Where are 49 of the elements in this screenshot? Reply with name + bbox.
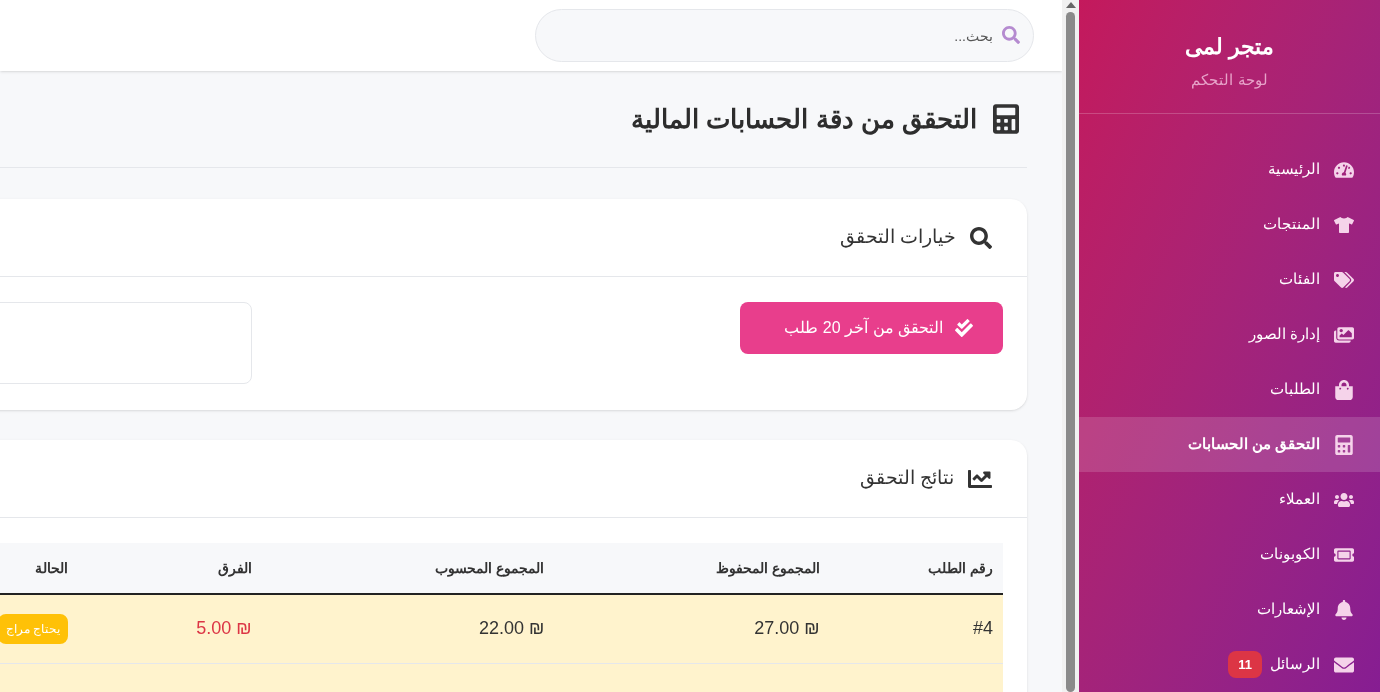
nav-label: التحقق من الحسابات bbox=[1187, 434, 1320, 455]
nav-label: الطلبات bbox=[1270, 379, 1320, 400]
nav-label: الرسائل bbox=[1270, 654, 1320, 675]
nav-item[interactable]: العملاء bbox=[1079, 472, 1380, 527]
verify-button[interactable]: التحقق من آخر 20 طلب bbox=[740, 302, 1003, 354]
column-header: الفرق bbox=[78, 543, 262, 594]
nav-item[interactable]: الإشعارات bbox=[1079, 582, 1380, 637]
nav-label: العملاء bbox=[1279, 489, 1320, 510]
nav-item[interactable]: إدارة الصور bbox=[1079, 307, 1380, 362]
nav-label: الكوبونات bbox=[1260, 544, 1320, 565]
double-check-icon bbox=[955, 319, 973, 337]
shirt-icon bbox=[1334, 214, 1354, 235]
nav-item[interactable]: الكوبونات bbox=[1079, 527, 1380, 582]
nav-label: الرئيسية bbox=[1268, 159, 1320, 180]
nav-item[interactable]: التحقق من الحسابات bbox=[1079, 417, 1380, 472]
nav-label: الفئات bbox=[1279, 269, 1320, 290]
search-icon bbox=[1002, 26, 1020, 44]
page-title: التحقق من دقة الحسابات المالية bbox=[631, 102, 977, 137]
search-icon bbox=[970, 226, 992, 249]
card-title: نتائج التحقق bbox=[859, 466, 954, 491]
column-header: رقم الطلب bbox=[829, 543, 1003, 594]
table-cell: #4 bbox=[829, 594, 1003, 663]
nav-item[interactable]: الفئات bbox=[1079, 252, 1380, 307]
calculator-icon bbox=[1334, 434, 1354, 455]
images-icon bbox=[1334, 324, 1354, 345]
column-header: المجموع المحسوب bbox=[261, 543, 555, 594]
column-header: المجموع المحفوظ bbox=[554, 543, 830, 594]
status-badge: يحتاج مراج bbox=[0, 613, 69, 644]
calculator-icon bbox=[993, 103, 1019, 135]
scrollbar[interactable] bbox=[1062, 0, 1079, 692]
store-subtitle: لوحة التحكم bbox=[1191, 70, 1268, 91]
store-title: متجر لمى bbox=[1184, 33, 1275, 62]
table-cell: 5.00 ₪ bbox=[78, 594, 262, 663]
count-badge: 11 bbox=[1228, 650, 1262, 679]
bag-icon bbox=[1334, 379, 1354, 400]
nav-item[interactable]: الرئيسية bbox=[1079, 142, 1380, 197]
table-cell: 22.00 ₪ bbox=[261, 594, 555, 663]
bell-icon bbox=[1334, 599, 1354, 620]
card-title: خيارات التحقق bbox=[839, 225, 956, 250]
nav-item[interactable]: المنتجات bbox=[1079, 197, 1380, 252]
nav-label: المنتجات bbox=[1263, 214, 1320, 235]
search-field[interactable]: بحث... bbox=[535, 9, 1034, 62]
nav-label: الإشعارات bbox=[1257, 599, 1320, 620]
column-header: الحالة bbox=[0, 543, 79, 594]
tags-icon bbox=[1334, 269, 1354, 290]
table-cell: 27.00 ₪ bbox=[554, 594, 830, 663]
nav-label: إدارة الصور bbox=[1248, 324, 1320, 345]
gauge-icon bbox=[1334, 159, 1354, 180]
nav-item[interactable]: الطلبات bbox=[1079, 362, 1380, 417]
